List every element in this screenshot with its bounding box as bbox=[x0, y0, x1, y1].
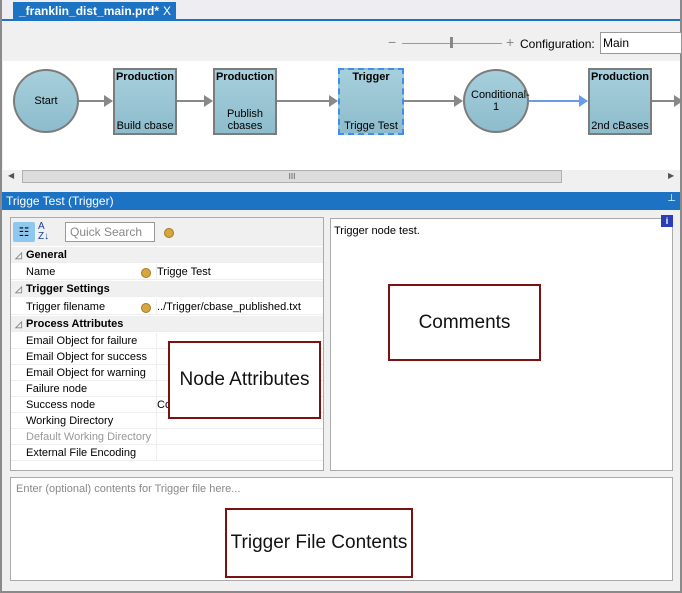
collapse-icon[interactable]: ◿ bbox=[15, 316, 22, 332]
node-label: Conditional-1 bbox=[471, 89, 530, 113]
tab-document[interactable]: _franklin_dist_main.prd* X bbox=[13, 2, 176, 21]
property-name: Default Working Directory bbox=[26, 431, 152, 443]
connector-arrow bbox=[79, 95, 113, 107]
collapse-icon[interactable]: ◿ bbox=[15, 281, 22, 297]
property-name: Trigger filename bbox=[26, 301, 106, 313]
category-trigger-settings[interactable]: ◿ Trigger Settings bbox=[11, 281, 323, 297]
configuration-select[interactable]: Main bbox=[600, 32, 682, 54]
property-row[interactable]: Name Trigge Test bbox=[11, 264, 323, 280]
scroll-left-icon[interactable]: ◀ bbox=[8, 171, 14, 180]
zoom-slider-thumb[interactable] bbox=[450, 37, 453, 48]
node-type: Production bbox=[115, 71, 175, 83]
property-name: Name bbox=[26, 266, 56, 278]
info-icon[interactable]: i bbox=[661, 215, 673, 227]
property-value bbox=[156, 429, 323, 445]
connector-arrow bbox=[277, 95, 338, 107]
node-2nd-cbases[interactable]: Production 2nd cBases bbox=[588, 68, 652, 135]
node-label: Trigge Test bbox=[344, 120, 398, 132]
tab-title: _franklin_dist_main.prd* bbox=[19, 4, 160, 18]
node-build-cbase[interactable]: Production Build cbase bbox=[113, 68, 177, 135]
property-row-disabled: Default Working Directory bbox=[11, 429, 323, 445]
annotation-trigger-file-contents: Trigger File Contents bbox=[225, 508, 413, 578]
category-general[interactable]: ◿ General bbox=[11, 247, 323, 263]
properties-panel-header: Trigge Test (Trigger) ⊥ bbox=[2, 192, 680, 210]
property-name: External File Encoding bbox=[26, 447, 137, 459]
collapse-icon[interactable]: ◿ bbox=[15, 247, 22, 263]
scrollbar-thumb[interactable]: III bbox=[22, 170, 562, 183]
node-label: Start bbox=[34, 95, 58, 107]
panel-title: Trigge Test (Trigger) bbox=[6, 194, 114, 208]
zoom-out-button[interactable]: − bbox=[388, 34, 396, 50]
node-label: Build cbase bbox=[116, 120, 174, 132]
node-publish-cbases[interactable]: Production Publish cbases bbox=[213, 68, 277, 135]
scroll-right-icon[interactable]: ▶ bbox=[668, 171, 674, 180]
node-trigge-test[interactable]: Trigger Trigge Test bbox=[338, 68, 404, 135]
connector-arrow bbox=[404, 95, 463, 107]
node-type: Trigger bbox=[352, 71, 390, 83]
connector-arrow-selected bbox=[529, 95, 588, 107]
sort-alphabetical-icon[interactable]: A Z↓ bbox=[38, 222, 58, 242]
category-label: Trigger Settings bbox=[26, 283, 110, 295]
property-name: Failure node bbox=[26, 383, 88, 395]
property-name: Email Object for success bbox=[26, 351, 148, 363]
node-label: 2nd cBases bbox=[591, 120, 649, 132]
property-row[interactable]: External File Encoding bbox=[11, 445, 323, 461]
property-value[interactable] bbox=[156, 445, 323, 461]
category-label: Process Attributes bbox=[26, 318, 124, 330]
pin-icon[interactable]: ⊥ bbox=[667, 193, 676, 204]
property-value[interactable]: ../Trigger/cbase_published.txt bbox=[156, 299, 323, 315]
node-type: Production bbox=[590, 71, 650, 83]
node-conditional-1[interactable]: Conditional-1 bbox=[463, 69, 530, 133]
property-name: Success node bbox=[26, 399, 96, 411]
zoom-in-button[interactable]: + bbox=[506, 34, 514, 50]
close-icon[interactable]: X bbox=[163, 4, 171, 18]
node-start[interactable]: Start bbox=[13, 69, 79, 133]
quick-search-input[interactable]: Quick Search bbox=[65, 222, 155, 242]
property-row[interactable]: Trigger filename ../Trigger/cbase_publish… bbox=[11, 299, 323, 315]
node-type: Production bbox=[215, 71, 275, 83]
node-label: Publish cbases bbox=[226, 108, 264, 132]
connector-arrow bbox=[177, 95, 213, 107]
connector-arrow bbox=[652, 95, 682, 107]
resource-icon[interactable] bbox=[164, 227, 174, 241]
category-label: General bbox=[26, 249, 67, 261]
property-name: Working Directory bbox=[26, 415, 114, 427]
annotation-node-attributes: Node Attributes bbox=[168, 341, 321, 419]
configuration-label: Configuration: bbox=[520, 37, 595, 51]
property-value[interactable]: Trigge Test bbox=[156, 264, 323, 280]
property-name: Email Object for failure bbox=[26, 335, 138, 347]
categorized-view-icon[interactable]: ☷ bbox=[13, 222, 35, 242]
annotation-comments: Comments bbox=[388, 284, 541, 361]
property-name: Email Object for warning bbox=[26, 367, 146, 379]
category-process-attributes[interactable]: ◿ Process Attributes bbox=[11, 316, 323, 332]
workflow-canvas[interactable]: Start Production Build cbase Production Pu… bbox=[3, 61, 682, 170]
